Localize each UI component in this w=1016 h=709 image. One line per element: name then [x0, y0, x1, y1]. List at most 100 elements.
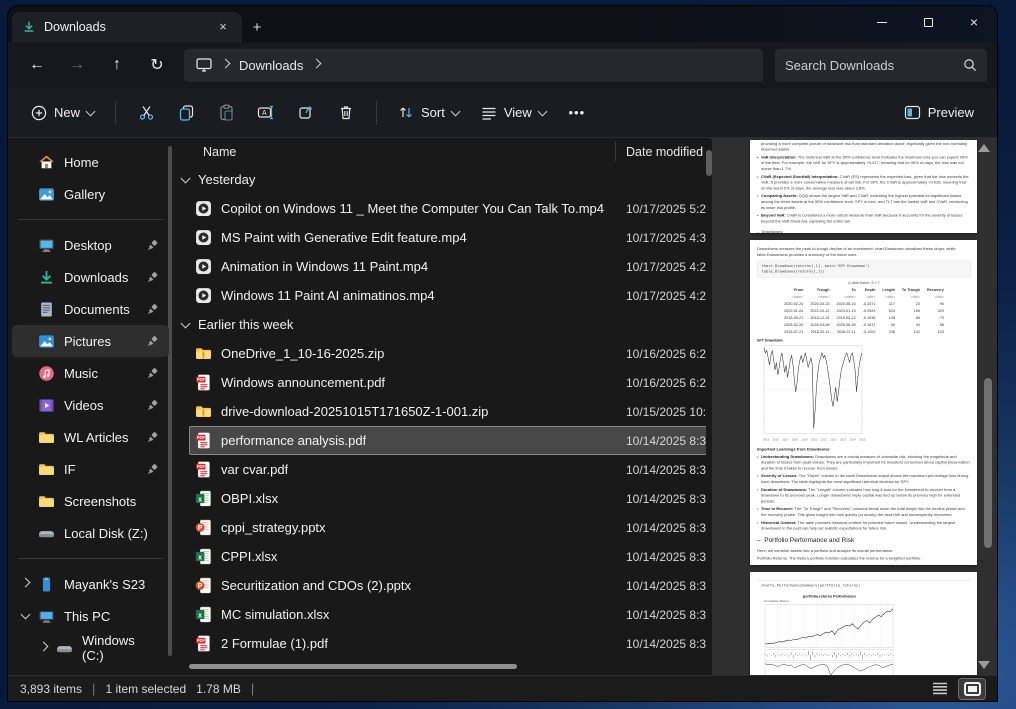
svg-text:x: x	[198, 612, 202, 619]
sidebar-item-mayank-s-s23[interactable]: Mayank's S23	[12, 568, 169, 600]
sidebar-item-downloads[interactable]: Downloads	[12, 261, 169, 293]
forward-button[interactable]: →	[58, 48, 96, 82]
expand-chevron-icon[interactable]	[38, 641, 49, 652]
sort-button[interactable]: Sort	[389, 98, 468, 127]
file-row[interactable]: Windows 11 Paint AI animatinos.mp4 10/17/…	[189, 281, 706, 310]
share-icon	[298, 106, 312, 119]
column-divider[interactable]	[615, 142, 616, 161]
sidebar-item-pictures[interactable]: Pictures	[12, 325, 169, 357]
navigation-bar: ← → ↑ ↻ Downloads Search Downloads	[8, 42, 997, 88]
sidebar-item-windows-c-[interactable]: Windows (C:)	[12, 632, 169, 664]
pptx-file-icon: P	[195, 519, 212, 536]
view-button-label: View	[503, 105, 532, 120]
address-bar[interactable]: Downloads	[184, 48, 763, 82]
breadcrumb-downloads[interactable]: Downloads	[239, 58, 303, 73]
refresh-button[interactable]: ↻	[138, 48, 176, 82]
preview-toggle-button[interactable]: Preview	[895, 98, 983, 127]
file-row[interactable]: Animation in Windows 11 Paint.mp4 10/17/2…	[189, 252, 706, 281]
minimize-button[interactable]	[859, 6, 905, 38]
new-button[interactable]: New	[22, 98, 103, 128]
sidebar-item-label: Documents	[64, 301, 130, 317]
details-view-button[interactable]	[927, 679, 953, 699]
expand-chevron-icon[interactable]	[20, 577, 31, 588]
share-button[interactable]	[288, 96, 324, 130]
file-row[interactable]: Copilot on Windows 11 _ Meet the Compute…	[189, 194, 706, 223]
file-date-modified: 10/17/2025 4:20	[626, 259, 706, 274]
pdf-file-icon: PDF	[195, 635, 212, 652]
drawdown-chart	[763, 345, 863, 434]
pin-icon	[147, 303, 159, 315]
preview-scroll-down-icon[interactable]	[978, 661, 990, 669]
explorer-tab-downloads[interactable]: Downloads ×	[12, 12, 242, 42]
file-row[interactable]: drive-download-20251015T171650Z-1-001.zi…	[189, 397, 706, 426]
thumbnail-view-button[interactable]	[959, 678, 985, 699]
sidebar-item-gallery[interactable]: Gallery	[12, 178, 169, 210]
search-placeholder: Search Downloads	[785, 57, 895, 73]
file-row[interactable]: PDF performance analysis.pdf 10/14/2025 8:…	[189, 426, 706, 455]
svg-text:PDF: PDF	[197, 435, 206, 440]
sidebar-item-screenshots[interactable]: Screenshots	[12, 485, 169, 517]
rename-button[interactable]: A	[248, 96, 284, 130]
preview-scrollbar-thumb[interactable]	[984, 378, 992, 548]
sidebar-item-if[interactable]: IF	[12, 453, 169, 485]
file-row[interactable]: PDF Windows announcement.pdf 10/16/2025 6:…	[189, 368, 706, 397]
expand-chevron-icon[interactable]	[20, 609, 31, 620]
sidebar-item-videos[interactable]: Videos	[12, 389, 169, 421]
close-button[interactable]: ×	[951, 6, 997, 38]
file-row[interactable]: x CPPI.xlsx 10/14/2025 8:38	[189, 542, 706, 571]
preview-drawdowns-heading: Drawdowns:	[761, 229, 784, 233]
cut-button[interactable]	[128, 96, 164, 130]
group-header-earlier-this-week[interactable]: Earlier this week	[173, 310, 706, 339]
preview-scroll-up-icon[interactable]	[978, 144, 990, 152]
sidebar-item-music[interactable]: Music	[12, 357, 169, 389]
preview-bullet: Duration of Drawdowns: The "Length" colu…	[757, 487, 971, 504]
tab-close-icon[interactable]: ×	[214, 18, 232, 36]
file-row[interactable]: PDF var cvar.pdf 10/14/2025 8:38	[189, 455, 706, 484]
delete-button[interactable]	[328, 96, 364, 130]
preview-toggle-label: Preview	[927, 105, 974, 120]
sidebar-item-desktop[interactable]: Desktop	[12, 229, 169, 261]
svg-text:x: x	[198, 496, 202, 503]
group-header-yesterday[interactable]: Yesterday	[173, 165, 706, 194]
more-options-button[interactable]: •••	[559, 96, 595, 130]
group-collapse-chevron-icon[interactable]	[180, 318, 191, 328]
file-row[interactable]: OneDrive_1_10-16-2025.zip 10/16/2025 6:24	[189, 339, 706, 368]
file-row[interactable]: PDF 2 Formulae (1).pdf 10/14/2025 8:37	[189, 629, 706, 658]
paste-button[interactable]	[208, 96, 244, 130]
file-row[interactable]: Pcppi_strategy.pptx 10/14/2025 8:38	[189, 513, 706, 542]
new-tab-button[interactable]: +	[242, 14, 272, 42]
sidebar-separator	[18, 219, 163, 220]
downloads-icon	[38, 269, 55, 286]
selection-size: 1.78 MB	[196, 681, 241, 696]
copy-button[interactable]	[168, 96, 204, 130]
sidebar-item-documents[interactable]: Documents	[12, 293, 169, 325]
group-collapse-chevron-icon[interactable]	[180, 173, 191, 183]
command-bar: New A Sort View ••• Preview	[8, 88, 997, 138]
file-name: MS Paint with Generative Edit feature.mp…	[221, 230, 467, 245]
column-header-date-modified[interactable]: Date modified	[626, 145, 703, 159]
sidebar-item-local-disk-z-[interactable]: Local Disk (Z:)	[12, 517, 169, 549]
mp4-file-icon	[195, 258, 212, 275]
sidebar-item-wl-articles[interactable]: WL Articles	[12, 421, 169, 453]
thumbnail-view-icon	[963, 681, 981, 696]
preview-bullet: Time to Recover: The "To Trough" and "Re…	[757, 506, 971, 518]
file-name: Copilot on Windows 11 _ Meet the Compute…	[221, 201, 604, 216]
up-button[interactable]: ↑	[98, 48, 136, 82]
file-row[interactable]: x MC simulation.xlsx 10/14/2025 8:37	[189, 600, 706, 629]
file-row[interactable]: MS Paint with Generative Edit feature.mp…	[189, 223, 706, 252]
preview-pane-icon	[904, 105, 920, 120]
svg-text:A: A	[262, 110, 267, 117]
drive-icon	[56, 640, 73, 657]
group-label: Yesterday	[198, 172, 256, 187]
preview-code-block-3: charts.PerformanceSummary(portfolio_retu…	[757, 580, 971, 591]
view-button[interactable]: View	[472, 98, 555, 127]
file-row[interactable]: P Securitization and CDOs (2).pptx 10/14/2…	[189, 571, 706, 600]
maximize-button[interactable]	[905, 6, 951, 38]
file-list-horizontal-scrollbar[interactable]	[189, 664, 517, 669]
back-button[interactable]: ←	[18, 48, 56, 82]
sidebar-item-this-pc[interactable]: This PC	[12, 600, 169, 632]
sidebar-item-home[interactable]: Home	[12, 146, 169, 178]
column-header-name[interactable]: Name	[203, 145, 236, 159]
search-box[interactable]: Search Downloads	[775, 48, 987, 82]
file-row[interactable]: x OBPI.xlsx 10/14/2025 8:38	[189, 484, 706, 513]
